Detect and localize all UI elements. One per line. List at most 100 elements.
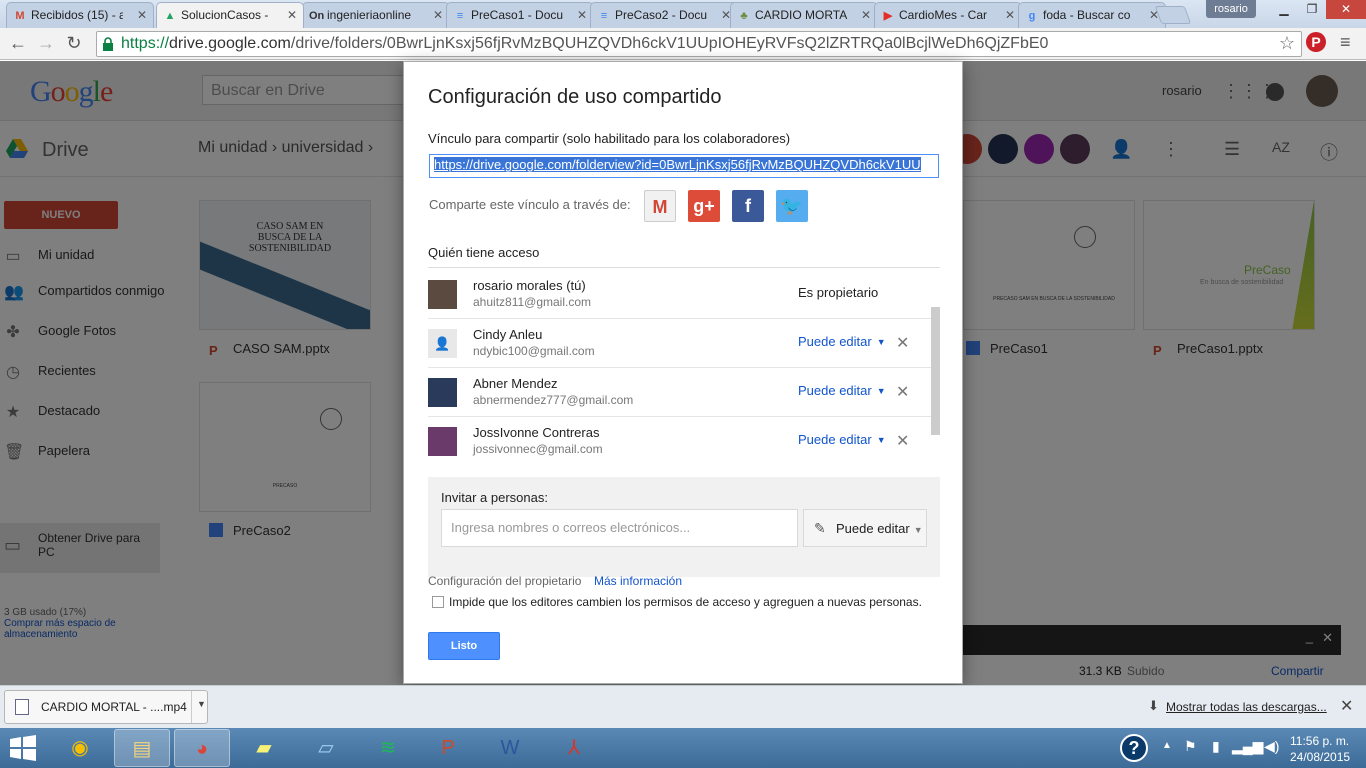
browser-tab[interactable]: ▲ SolucionCasos - ✕ [156, 2, 304, 28]
invite-input[interactable]: Ingresa nombres o correos electrónicos..… [441, 509, 798, 547]
scrollbar[interactable] [931, 307, 940, 435]
avatar [428, 378, 457, 407]
browser-toolbar: ← → ↻ https://drive.google.com/drive/fol… [0, 28, 1366, 60]
role-dropdown[interactable]: Puede editar ▼ [798, 432, 886, 447]
browser-menu-icon[interactable]: ≡ [1340, 32, 1351, 53]
close-tab-icon[interactable]: ✕ [1005, 8, 1015, 22]
person-row: 👤 Cindy Anleu ndybic100@gmail.com Puede … [428, 319, 940, 368]
reload-icon[interactable]: ↻ [62, 32, 86, 56]
share-link-label: Vínculo para compartir (solo habilitado … [428, 131, 791, 146]
notepad-icon[interactable]: ▱ [298, 729, 354, 767]
browser-tab-strip: M Recibidos (15) - a ✕ ▲ SolucionCasos - ✕ On… [0, 0, 1366, 28]
chevron-down-icon[interactable]: ▼ [197, 699, 206, 709]
chrome-icon[interactable]: ◕ [174, 729, 230, 767]
remove-person-icon[interactable]: ✕ [896, 333, 909, 353]
window-close-icon[interactable]: ✕ [1326, 0, 1366, 19]
new-tab-button[interactable] [1154, 6, 1192, 24]
browser-tab[interactable]: ≡ PreCaso2 - Docu ✕ [590, 2, 738, 28]
person-email: ahuitz811@gmail.com [473, 295, 592, 309]
divider [428, 267, 940, 268]
browser-tab[interactable]: ≡ PreCaso1 - Docu ✕ [446, 2, 594, 28]
pinterest-icon[interactable]: P [1306, 32, 1326, 52]
download-item[interactable]: CARDIO MORTAL - ....mp4 ▼ [4, 690, 208, 724]
owner-settings-label: Configuración del propietario [428, 574, 582, 588]
tab-label: PreCaso1 - Docu [471, 8, 563, 22]
invite-section: Invitar a personas: Ingresa nombres o co… [428, 477, 940, 577]
spotify-icon[interactable]: ≋ [360, 729, 416, 767]
volume-icon[interactable]: ◀) [1264, 738, 1279, 755]
close-tab-icon[interactable]: ✕ [433, 8, 443, 22]
share-via-label: Comparte este vínculo a través de: [429, 197, 631, 212]
sharing-dialog: Configuración de uso compartido Vínculo … [403, 61, 963, 684]
signal-icon[interactable]: ▂▄▆ [1232, 738, 1263, 755]
bookmark-star-icon[interactable]: ☆ [1279, 33, 1295, 54]
docs-icon: ≡ [600, 10, 608, 22]
share-link-field[interactable]: https://drive.google.com/folderview?id=0… [429, 154, 939, 178]
sticky-notes-icon[interactable]: ▰ [236, 729, 292, 767]
facebook-icon[interactable]: f [732, 190, 764, 222]
prevent-editors-label[interactable]: Impide que los editores cambien los perm… [449, 595, 922, 609]
url-text: https://drive.google.com/drive/folders/0… [121, 35, 1049, 52]
google-icon: g [1028, 10, 1036, 22]
invite-label: Invitar a personas: [441, 490, 548, 505]
windows-start-icon[interactable] [6, 733, 40, 763]
drive-icon: ▲ [164, 10, 176, 22]
action-center-icon[interactable]: ⚑ [1184, 738, 1197, 755]
close-tab-icon[interactable]: ✕ [137, 8, 147, 22]
address-bar[interactable]: https://drive.google.com/drive/folders/0… [96, 31, 1302, 57]
media-player-icon[interactable]: ◉ [52, 729, 108, 767]
back-icon[interactable]: ← [6, 32, 30, 56]
browser-tab[interactable]: ▶ CardioMes - Car ✕ [874, 2, 1022, 28]
close-tab-icon[interactable]: ✕ [861, 8, 871, 22]
powerpoint-icon[interactable]: P [420, 729, 476, 767]
close-tab-icon[interactable]: ✕ [577, 8, 587, 22]
help-icon[interactable]: ? [1120, 734, 1148, 762]
tray-expand-icon[interactable]: ▲ [1162, 740, 1172, 751]
browser-user-badge[interactable]: rosario [1206, 0, 1256, 18]
maximize-icon[interactable]: ❐ [1298, 0, 1326, 19]
prevent-editors-checkbox[interactable] [432, 596, 444, 608]
tab-label: ingenieriaonline [327, 8, 412, 22]
download-shelf: CARDIO MORTAL - ....mp4 ▼ ⬇ Mostrar toda… [0, 685, 1366, 728]
gmail-icon[interactable]: M [644, 190, 676, 222]
invite-permission-dropdown[interactable]: ✎ Puede editar ▼ [803, 509, 927, 547]
remove-person-icon[interactable]: ✕ [896, 431, 909, 451]
person-row: Abner Mendez abnermendez777@gmail.com Pu… [428, 368, 940, 417]
windows-taskbar: ◉ ▤ ◕ ▰ ▱ ≋ P W ⅄ ? ▲ ⚑ ▮ ▂▄▆ ◀) 11:56 p. m. 24/… [0, 728, 1366, 768]
browser-tab[interactable]: ♣ CARDIO MORTA ✕ [730, 2, 878, 28]
browser-tab[interactable]: On ingenieriaonline ✕ [302, 2, 450, 28]
person-name: Cindy Anleu [473, 327, 543, 342]
close-tab-icon[interactable]: ✕ [287, 8, 297, 22]
browser-tab[interactable]: g foda - Buscar co ✕ [1018, 2, 1166, 28]
remove-person-icon[interactable]: ✕ [896, 382, 909, 402]
twitter-icon[interactable]: 🐦 [776, 190, 808, 222]
clock-time[interactable]: 11:56 p. m. [1290, 734, 1349, 748]
done-button[interactable]: Listo [428, 632, 500, 660]
clock-date[interactable]: 24/08/2015 [1290, 750, 1350, 764]
role-dropdown[interactable]: Puede editar ▼ [798, 383, 886, 398]
close-icon[interactable]: ✕ [1340, 696, 1353, 716]
file-explorer-icon[interactable]: ▤ [114, 729, 170, 767]
person-role: Es propietario [798, 285, 879, 300]
role-dropdown[interactable]: Puede editar ▼ [798, 334, 886, 349]
person-row: JossIvonne Contreras jossivonnec@gmail.c… [428, 417, 940, 466]
avatar [428, 427, 457, 456]
forward-icon[interactable]: → [34, 32, 58, 56]
minimize-icon[interactable]: ▁ [1270, 0, 1298, 19]
show-all-downloads-link[interactable]: Mostrar todas las descargas... [1166, 700, 1327, 714]
docs-icon: ≡ [456, 10, 464, 22]
tab-label: SolucionCasos - [181, 8, 269, 22]
person-name: JossIvonne Contreras [473, 425, 600, 440]
person-email: ndybic100@gmail.com [473, 344, 595, 358]
gmail-icon: M [15, 10, 25, 22]
dialog-title: Configuración de uso compartido [428, 86, 722, 108]
battery-icon[interactable]: ▮ [1212, 738, 1220, 755]
youtube-icon: ▶ [883, 10, 893, 22]
google-plus-icon[interactable]: g+ [688, 190, 720, 222]
divider [191, 691, 192, 723]
person-name: Abner Mendez [473, 376, 558, 391]
browser-tab[interactable]: M Recibidos (15) - a ✕ [6, 2, 154, 28]
more-info-link[interactable]: Más información [594, 574, 682, 588]
word-icon[interactable]: W [482, 729, 538, 767]
acrobat-icon[interactable]: ⅄ [546, 729, 602, 767]
